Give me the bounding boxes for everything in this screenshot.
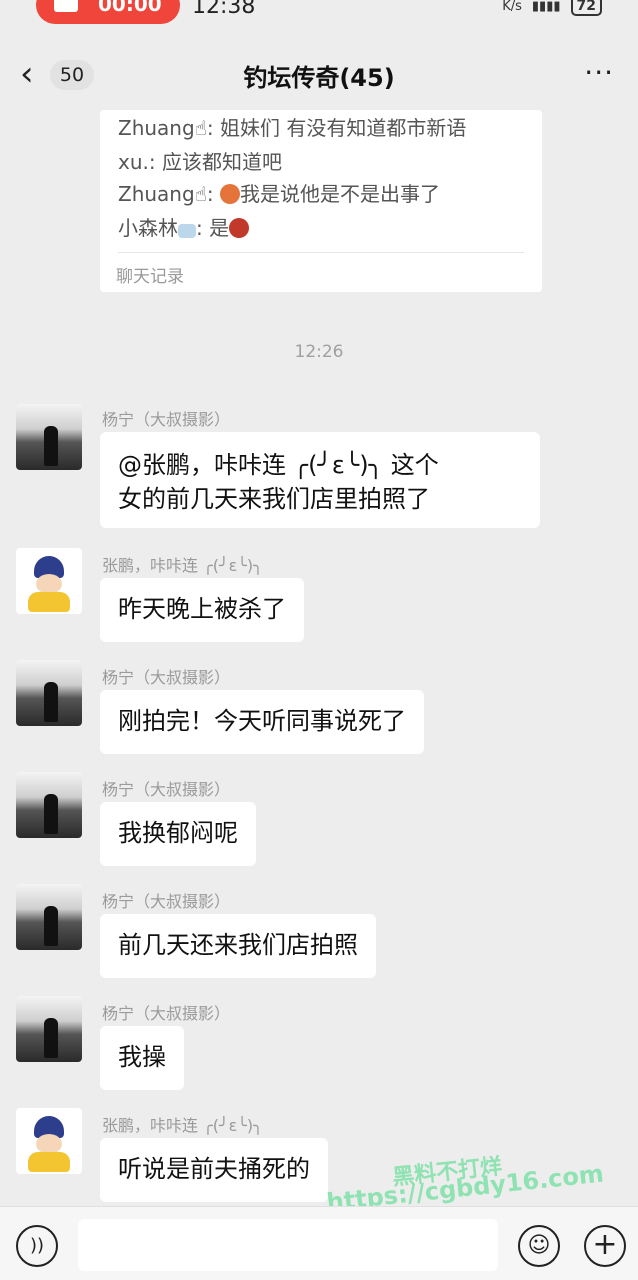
face-emoji-icon [219, 184, 240, 204]
avatar[interactable] [16, 1108, 82, 1174]
status-clock: 12:38 [192, 0, 256, 19]
record-text: 应该都知道吧 [161, 150, 282, 174]
message-timestamp: 12:26 [294, 342, 344, 362]
sender-name: 杨宁（大叔摄影） [102, 780, 231, 799]
emoji-icon[interactable]: ☺ [518, 1225, 560, 1267]
message-bubble[interactable]: 我操 [100, 1026, 184, 1090]
hand-emoji-icon: ☝ [194, 182, 207, 206]
record-name: 小森林 [118, 216, 178, 240]
message-bubble[interactable]: @张鹏，咔咔连 ╭(╯ε╰)╮ 这个 女的前几天来我们店里拍照了 [100, 432, 540, 528]
message-text: @张鹏，咔咔连 ╭(╯ε╰)╮ 这个 [118, 451, 439, 479]
camera-icon [54, 0, 78, 12]
record-line: xu.: 应该都知道吧 [118, 150, 282, 174]
message-input[interactable] [78, 1219, 498, 1271]
avatar[interactable] [16, 660, 82, 726]
sender-name: 杨宁（大叔摄影） [102, 1004, 231, 1023]
record-text: 姐妹们 有没有知道都市新语 [219, 116, 467, 140]
chat-header: ‹ 50 钓坛传奇(45) ··· [0, 44, 638, 104]
chat-record-label: 聊天记录 [116, 267, 184, 287]
sender-name: 张鹏，咔咔连 ╭(╯ε╰)╮ [102, 556, 263, 575]
input-bar: )) ☺ + [0, 1206, 638, 1280]
message-bubble[interactable]: 刚拍完！今天听同事说死了 [100, 690, 424, 754]
record-line: Zhuang☝: 姐妹们 有没有知道都市新语 [118, 116, 467, 140]
plus-icon[interactable]: + [584, 1225, 626, 1267]
message-bubble[interactable]: 听说是前夫捅死的 [100, 1138, 328, 1202]
message-text: 我换郁闷呢 [118, 819, 238, 847]
voice-icon[interactable]: )) [16, 1225, 58, 1267]
message-bubble[interactable]: 前几天还来我们店拍照 [100, 914, 376, 978]
message-text: 刚拍完！今天听同事说死了 [118, 707, 406, 735]
record-line: Zhuang☝: 我是说他是不是出事了 [118, 182, 440, 206]
record-name: xu. [118, 150, 149, 174]
message-bubble[interactable]: 我换郁闷呢 [100, 802, 256, 866]
record-name: Zhuang [118, 182, 195, 206]
battery-icon: 72 [570, 0, 602, 16]
message-text: 昨天晚上被杀了 [118, 595, 286, 623]
record-name: Zhuang [118, 116, 195, 140]
sender-name: 张鹏，咔咔连 ╭(╯ε╰)╮ [102, 1116, 263, 1135]
record-time: 00:00 [98, 0, 162, 16]
signal-icon: ▮▮▮▮ [531, 0, 561, 14]
message-text: 我操 [118, 1043, 166, 1071]
screen-record-indicator[interactable]: 00:00 [36, 0, 180, 24]
sender-name: 杨宁（大叔摄影） [102, 668, 231, 687]
more-options-icon[interactable]: ··· [584, 56, 614, 89]
chat-record-card[interactable]: Zhuang☝: 姐妹们 有没有知道都市新语 xu.: 应该都知道吧 Zhuan… [100, 110, 542, 292]
divider [118, 252, 524, 253]
avatar[interactable] [16, 772, 82, 838]
cloud-emoji-icon [178, 224, 196, 238]
record-line: 小森林: 是 [118, 212, 250, 241]
status-right: K/s ▮▮▮▮ 72 [502, 0, 602, 16]
sender-name: 杨宁（大叔摄影） [102, 892, 231, 911]
avatar[interactable] [16, 884, 82, 950]
avatar[interactable] [16, 996, 82, 1062]
message-text: 女的前几天来我们店里拍照了 [118, 485, 430, 513]
message-bubble[interactable]: 昨天晚上被杀了 [100, 578, 304, 642]
message-text: 听说是前夫捅死的 [118, 1155, 310, 1183]
record-text: 是 [209, 216, 230, 240]
status-bar: 00:00 12:38 K/s ▮▮▮▮ 72 [0, 0, 638, 28]
record-text: 我是说他是不是出事了 [239, 182, 440, 206]
hand-emoji-icon: ☝ [194, 116, 207, 140]
sender-name: 杨宁（大叔摄影） [102, 410, 231, 429]
network-speed-unit: K/s [502, 0, 522, 14]
avatar[interactable] [16, 548, 82, 614]
chat-title: 钓坛传奇(45) [243, 64, 395, 92]
avatar[interactable] [16, 404, 82, 470]
face-emoji-icon [229, 218, 250, 238]
message-text: 前几天还来我们店拍照 [118, 931, 358, 959]
